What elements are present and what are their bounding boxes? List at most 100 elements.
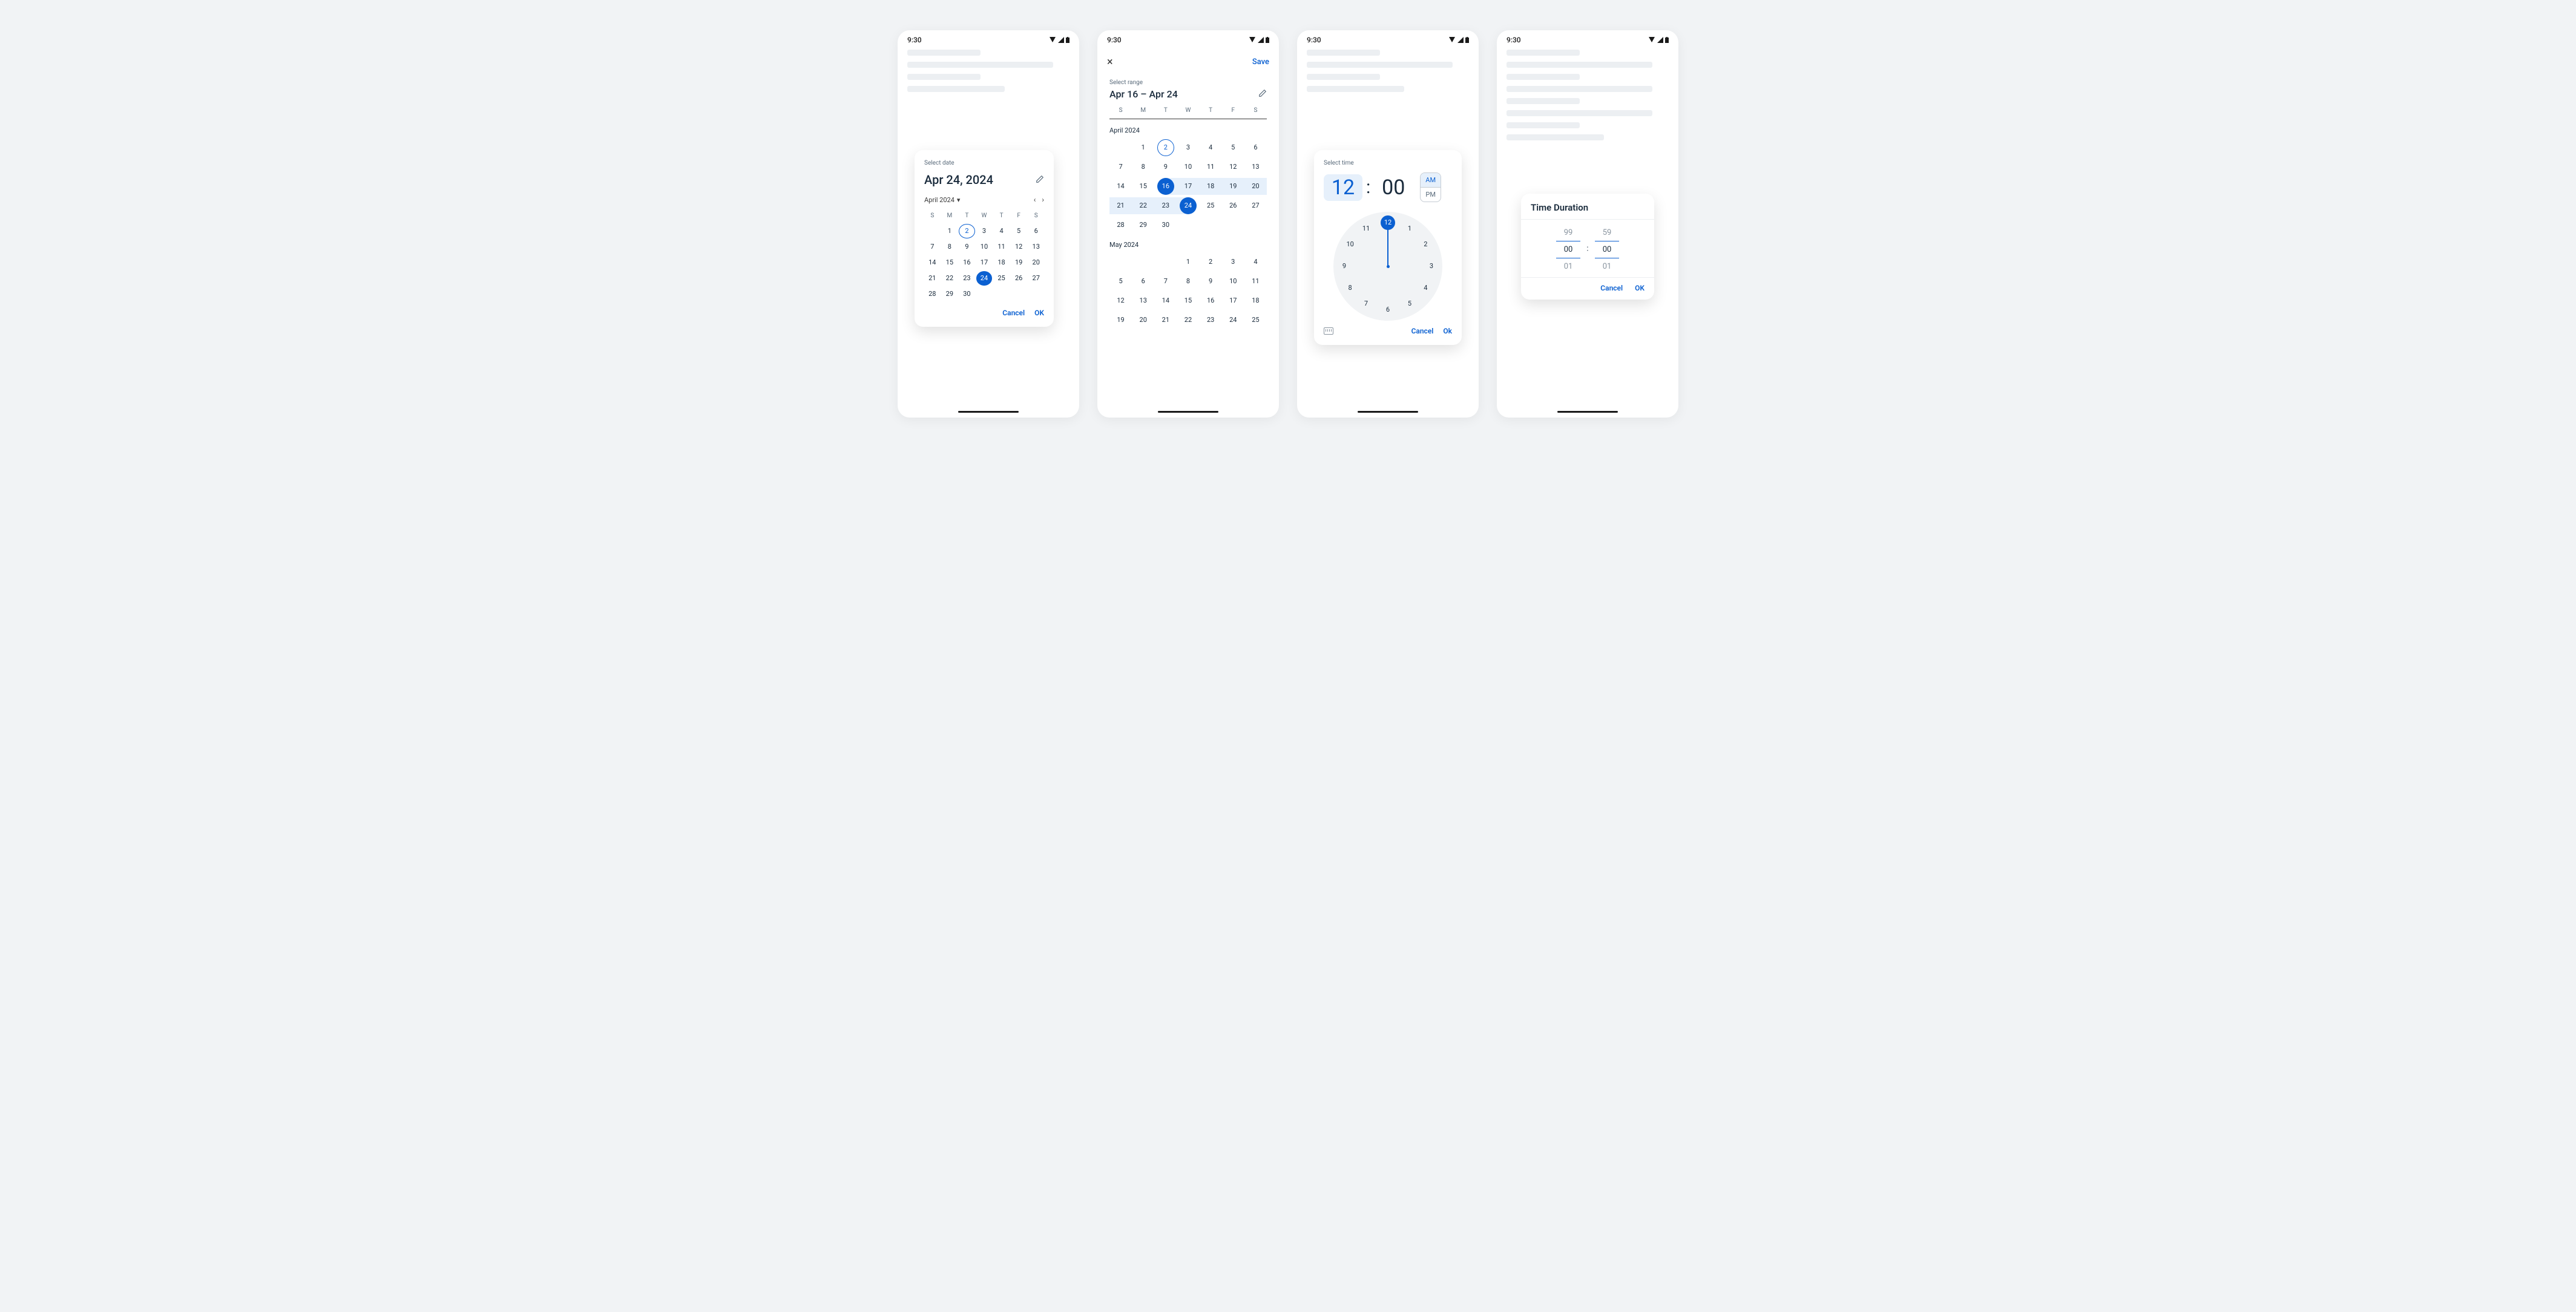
- calendar-day[interactable]: 3: [1177, 139, 1199, 156]
- calendar-day[interactable]: 2: [1154, 139, 1177, 156]
- calendar-day[interactable]: 29: [942, 287, 958, 301]
- calendar-day[interactable]: 7: [1154, 273, 1177, 290]
- ok-button[interactable]: Ok: [1443, 327, 1452, 335]
- calendar-day[interactable]: 12: [1222, 159, 1244, 175]
- month-dropdown[interactable]: April 2024 ▾: [924, 196, 960, 204]
- calendar-day[interactable]: 25: [1200, 197, 1222, 214]
- am-toggle[interactable]: AM: [1421, 173, 1441, 188]
- calendar-day[interactable]: 12: [1109, 292, 1132, 309]
- calendar-day[interactable]: 7: [924, 240, 941, 254]
- calendar-day[interactable]: 3: [976, 224, 993, 238]
- calendar-day[interactable]: 25: [993, 271, 1010, 286]
- calendar-day[interactable]: 2: [959, 224, 975, 238]
- cancel-button[interactable]: Cancel: [1002, 309, 1025, 317]
- calendar-day[interactable]: 23: [959, 271, 975, 286]
- clock-hour-12[interactable]: 12: [1381, 215, 1395, 230]
- calendar-day[interactable]: 23: [1154, 197, 1177, 214]
- calendar-day[interactable]: 20: [1132, 312, 1154, 329]
- calendar-day[interactable]: 11: [993, 240, 1010, 254]
- calendar-day[interactable]: 16: [1200, 292, 1222, 309]
- calendar-day[interactable]: 6: [1244, 139, 1267, 156]
- calendar-day[interactable]: 19: [1109, 312, 1132, 329]
- prev-month-button[interactable]: ‹: [1034, 195, 1036, 204]
- clock-hour-7[interactable]: 7: [1359, 297, 1373, 311]
- close-icon[interactable]: ×: [1107, 56, 1113, 68]
- calendar-day[interactable]: 18: [1200, 178, 1222, 195]
- calendar-day[interactable]: 10: [1222, 273, 1244, 290]
- calendar-day[interactable]: 12: [1011, 240, 1027, 254]
- calendar-day[interactable]: 28: [924, 287, 941, 301]
- calendar-day[interactable]: 20: [1244, 178, 1267, 195]
- calendar-day[interactable]: 3: [1222, 254, 1244, 271]
- calendar-day[interactable]: 1: [1132, 139, 1154, 156]
- calendar-day[interactable]: 14: [924, 255, 941, 270]
- calendar-day[interactable]: 24: [1177, 197, 1199, 214]
- calendar-day[interactable]: 27: [1244, 197, 1267, 214]
- calendar-day[interactable]: 15: [1177, 292, 1199, 309]
- ok-button[interactable]: OK: [1034, 309, 1044, 317]
- next-month-button[interactable]: ›: [1042, 195, 1044, 204]
- calendar-day[interactable]: 21: [1154, 312, 1177, 329]
- calendar-day[interactable]: 5: [1109, 273, 1132, 290]
- calendar-day[interactable]: 13: [1028, 240, 1044, 254]
- clock-hour-4[interactable]: 4: [1418, 281, 1433, 295]
- hour-field[interactable]: 12: [1324, 174, 1362, 201]
- calendar-day[interactable]: 20: [1028, 255, 1044, 270]
- calendar-day[interactable]: 10: [1177, 159, 1199, 175]
- calendar-day[interactable]: 13: [1244, 159, 1267, 175]
- clock-hour-3[interactable]: 3: [1424, 259, 1439, 274]
- clock-hour-1[interactable]: 1: [1402, 221, 1417, 236]
- calendar-day[interactable]: 1: [1177, 254, 1199, 271]
- calendar-day[interactable]: 11: [1244, 273, 1267, 290]
- calendar-day[interactable]: 8: [1177, 273, 1199, 290]
- calendar-day[interactable]: 6: [1132, 273, 1154, 290]
- calendar-day[interactable]: 25: [1244, 312, 1267, 329]
- calendar-day[interactable]: 7: [1109, 159, 1132, 175]
- calendar-day[interactable]: 10: [976, 240, 993, 254]
- calendar-day[interactable]: 15: [1132, 178, 1154, 195]
- pm-toggle[interactable]: PM: [1421, 188, 1441, 202]
- calendar-day[interactable]: 5: [1222, 139, 1244, 156]
- calendar-day[interactable]: 18: [993, 255, 1010, 270]
- calendar-day[interactable]: 26: [1222, 197, 1244, 214]
- calendar-day[interactable]: 22: [1177, 312, 1199, 329]
- clock-hour-11[interactable]: 11: [1359, 221, 1373, 236]
- calendar-day[interactable]: 26: [1011, 271, 1027, 286]
- clock-hour-2[interactable]: 2: [1418, 237, 1433, 252]
- pencil-icon[interactable]: [1036, 174, 1044, 186]
- calendar-day[interactable]: 1: [942, 224, 958, 238]
- calendar-day[interactable]: 14: [1154, 292, 1177, 309]
- calendar-day[interactable]: 16: [959, 255, 975, 270]
- duration-minutes-wheel[interactable]: 59 00 01: [1595, 228, 1619, 271]
- calendar-day[interactable]: 15: [942, 255, 958, 270]
- calendar-day[interactable]: 17: [1222, 292, 1244, 309]
- calendar-day[interactable]: 17: [976, 255, 993, 270]
- calendar-day[interactable]: 27: [1028, 271, 1044, 286]
- calendar-day[interactable]: 6: [1028, 224, 1044, 238]
- calendar-day[interactable]: 24: [1222, 312, 1244, 329]
- calendar-day[interactable]: 23: [1200, 312, 1222, 329]
- calendar-day[interactable]: 19: [1011, 255, 1027, 270]
- clock-hour-5[interactable]: 5: [1402, 297, 1417, 311]
- calendar-day[interactable]: 30: [1154, 217, 1177, 234]
- calendar-day[interactable]: 4: [993, 224, 1010, 238]
- clock-hour-9[interactable]: 9: [1337, 259, 1352, 274]
- calendar-day[interactable]: 9: [1200, 273, 1222, 290]
- calendar-day[interactable]: 4: [1244, 254, 1267, 271]
- calendar-day[interactable]: 9: [1154, 159, 1177, 175]
- calendar-day[interactable]: 28: [1109, 217, 1132, 234]
- calendar-day[interactable]: 4: [1200, 139, 1222, 156]
- calendar-day[interactable]: 19: [1222, 178, 1244, 195]
- calendar-day[interactable]: 8: [1132, 159, 1154, 175]
- calendar-day[interactable]: 29: [1132, 217, 1154, 234]
- cancel-button[interactable]: Cancel: [1600, 284, 1623, 292]
- minute-field[interactable]: 00: [1374, 174, 1413, 201]
- calendar-day[interactable]: 5: [1011, 224, 1027, 238]
- calendar-day[interactable]: 22: [1132, 197, 1154, 214]
- duration-hours-wheel[interactable]: 99 00 01: [1556, 228, 1580, 271]
- keyboard-icon[interactable]: [1324, 327, 1333, 335]
- pencil-icon[interactable]: [1258, 88, 1267, 100]
- calendar-day[interactable]: 22: [942, 271, 958, 286]
- clock-hour-10[interactable]: 10: [1343, 237, 1358, 252]
- ok-button[interactable]: OK: [1635, 284, 1644, 292]
